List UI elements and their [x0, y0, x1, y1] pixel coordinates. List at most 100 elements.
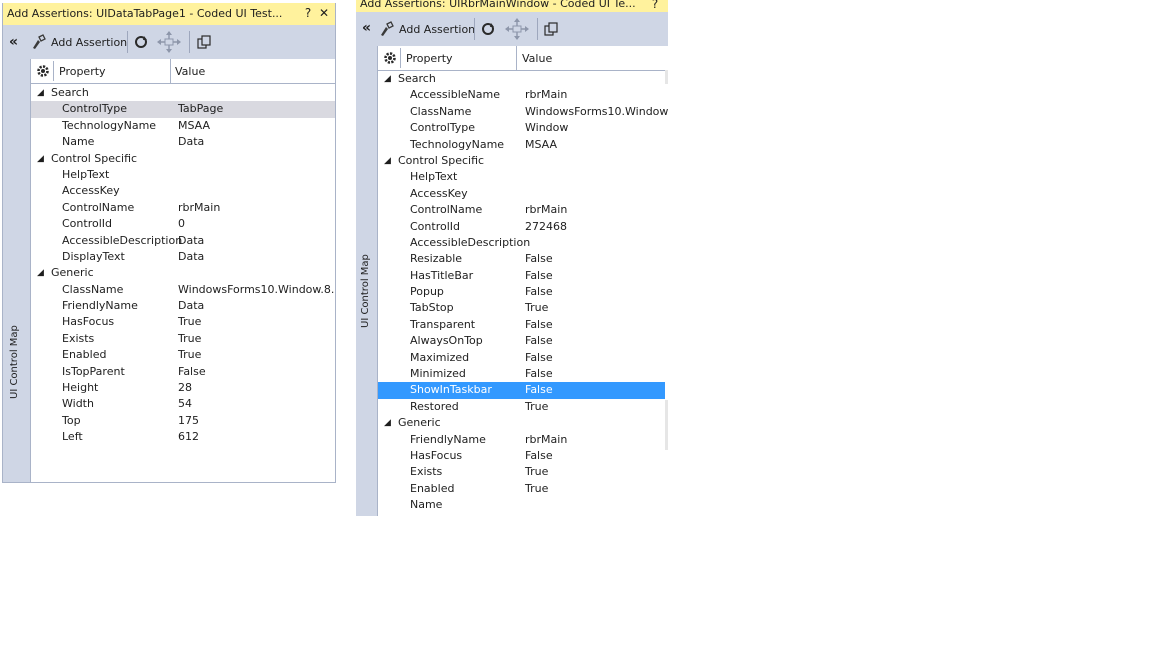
property-row[interactable]: Width 54	[31, 396, 335, 412]
title-bar[interactable]: Add Assertions: UIDataTabPage1 - Coded U…	[3, 3, 335, 25]
add-assertion-icon	[33, 34, 46, 49]
assertions-panel-datatabpage: Add Assertions: UIDataTabPage1 - Coded U…	[2, 3, 336, 483]
copy-icon[interactable]	[542, 20, 560, 38]
window-title: Add Assertions: UIDataTabPage1 - Coded U…	[7, 7, 283, 20]
help-button[interactable]: ?	[648, 0, 662, 11]
add-assertion-button[interactable]: Add Assertion	[31, 34, 127, 50]
property-row[interactable]: AccessibleDescription	[378, 235, 665, 251]
property-row[interactable]: TabStop True	[378, 300, 665, 316]
property-row[interactable]: ClassName WindowsForms10.Window.8.	[378, 104, 668, 120]
property-row[interactable]: Height 28	[31, 380, 335, 396]
property-row[interactable]: HasTitleBar False	[378, 268, 665, 284]
property-rows: ◢ Search AccessibleName rbrMain ClassName W…	[378, 71, 668, 514]
property-row[interactable]: ControlType Window	[378, 120, 665, 136]
category-row-control-specific[interactable]: ◢ Control Specific	[378, 153, 665, 169]
refresh-icon[interactable]	[479, 20, 497, 38]
navigate-arrows-icon	[501, 18, 533, 40]
property-row[interactable]: AlwaysOnTop False	[378, 333, 665, 349]
expand-triangle-icon[interactable]: ◢	[37, 265, 44, 281]
property-row[interactable]: HelpText	[378, 169, 665, 185]
property-row[interactable]: HasFocus True	[31, 314, 335, 330]
title-bar[interactable]: Add Assertions: UIRbrMainWindow - Coded …	[356, 0, 668, 12]
close-button[interactable]: ✕	[317, 6, 331, 20]
property-row[interactable]: AccessibleDescription Data	[31, 233, 335, 249]
category-row-generic[interactable]: ◢ Generic	[31, 265, 335, 281]
property-row[interactable]: Minimized False	[378, 366, 665, 382]
ui-control-map-tab[interactable]: UI Control Map	[3, 59, 30, 482]
refresh-icon[interactable]	[132, 33, 150, 51]
property-grid: Property Value ◢ Search AccessibleName rbr…	[377, 46, 668, 516]
scrollbar[interactable]	[665, 70, 668, 84]
category-row-search[interactable]: ◢ Search	[378, 71, 665, 87]
expand-triangle-icon[interactable]: ◢	[384, 71, 391, 87]
property-column-header[interactable]: Property	[59, 65, 106, 78]
property-row[interactable]: DisplayText Data	[31, 249, 335, 265]
expand-triangle-icon[interactable]: ◢	[384, 415, 391, 431]
ui-control-map-label: UI Control Map	[360, 254, 371, 328]
add-assertion-button[interactable]: Add Assertion	[379, 21, 475, 37]
toolbar-separator	[189, 31, 190, 53]
property-row[interactable]: ControlId 272468	[378, 219, 665, 235]
column-divider[interactable]	[516, 46, 517, 70]
category-row-control-specific[interactable]: ◢ Control Specific	[31, 151, 335, 167]
property-row[interactable]: Transparent False	[378, 317, 665, 333]
property-row[interactable]: FriendlyName rbrMain	[378, 432, 665, 448]
property-row[interactable]: Enabled True	[378, 481, 665, 497]
window-title: Add Assertions: UIRbrMainWindow - Coded …	[360, 0, 636, 10]
property-grid-header: Property Value	[31, 59, 335, 84]
property-row[interactable]: ControlName rbrMain	[378, 202, 665, 218]
category-row-generic[interactable]: ◢ Generic	[378, 415, 665, 431]
property-row[interactable]: HasFocus False	[378, 448, 665, 464]
property-row[interactable]: Left 612	[31, 429, 335, 445]
add-assertion-label: Add Assertion	[399, 22, 476, 36]
value-column-header[interactable]: Value	[522, 52, 552, 65]
scrollbar[interactable]	[665, 400, 668, 450]
property-row[interactable]: ClassNameWindowsForms10.Window.8.app	[31, 282, 335, 298]
help-button[interactable]: ?	[301, 6, 315, 20]
property-row[interactable]: Name Data	[31, 134, 335, 150]
property-column-header[interactable]: Property	[406, 52, 453, 65]
property-row[interactable]: HelpText	[31, 167, 335, 183]
category-row-search[interactable]: ◢ Search	[31, 85, 335, 101]
property-row[interactable]: Restored True	[378, 399, 665, 415]
property-row[interactable]: ControlType TabPage	[31, 101, 335, 118]
property-row-selected[interactable]: ShowInTaskbar False	[378, 382, 665, 399]
collapse-icon[interactable]: «	[9, 34, 18, 50]
property-row[interactable]: TechnologyName MSAA	[378, 137, 665, 153]
property-row[interactable]: Enabled True	[31, 347, 335, 363]
toolbar-separator	[127, 31, 128, 53]
property-row[interactable]: Popup False	[378, 284, 665, 300]
property-row[interactable]: Exists True	[378, 464, 665, 480]
property-row[interactable]: AccessibleName rbrMain	[378, 87, 665, 103]
expand-triangle-icon[interactable]: ◢	[37, 85, 44, 101]
copy-icon[interactable]	[195, 33, 213, 51]
property-grid-header: Property Value	[378, 46, 665, 71]
expand-triangle-icon[interactable]: ◢	[384, 153, 391, 169]
value-column-header[interactable]: Value	[175, 65, 205, 78]
property-row[interactable]: ControlId 0	[31, 216, 335, 232]
add-assertion-label: Add Assertion	[51, 35, 128, 49]
property-row[interactable]: ControlName rbrMain	[31, 200, 335, 216]
property-row[interactable]: TechnologyName MSAA	[31, 118, 335, 134]
property-row[interactable]: Maximized False	[378, 350, 665, 366]
ui-control-map-label: UI Control Map	[9, 325, 20, 399]
property-row[interactable]: FriendlyName Data	[31, 298, 335, 314]
property-row[interactable]: Exists True	[31, 331, 335, 347]
property-row[interactable]: AccessKey	[31, 183, 335, 199]
collapse-icon[interactable]: «	[362, 20, 371, 36]
property-row[interactable]: IsTopParent False	[31, 364, 335, 380]
navigate-arrows-icon	[153, 31, 185, 53]
property-row[interactable]: Resizable False	[378, 251, 665, 267]
property-row[interactable]: Name	[378, 497, 665, 513]
gear-icon[interactable]	[380, 48, 401, 68]
ui-control-map-tab[interactable]: UI Control Map	[356, 46, 377, 516]
property-rows: ◢ Search ControlType TabPage TechnologyNam…	[31, 85, 335, 446]
toolbar: « Add Assertion	[3, 25, 335, 59]
property-row[interactable]: Top 175	[31, 413, 335, 429]
column-divider[interactable]	[170, 59, 171, 83]
expand-triangle-icon[interactable]: ◢	[37, 151, 44, 167]
property-row[interactable]: AccessKey	[378, 186, 665, 202]
toolbar-separator	[474, 18, 475, 40]
gear-icon[interactable]	[33, 61, 54, 81]
toolbar: « Add Assertion	[356, 12, 668, 46]
